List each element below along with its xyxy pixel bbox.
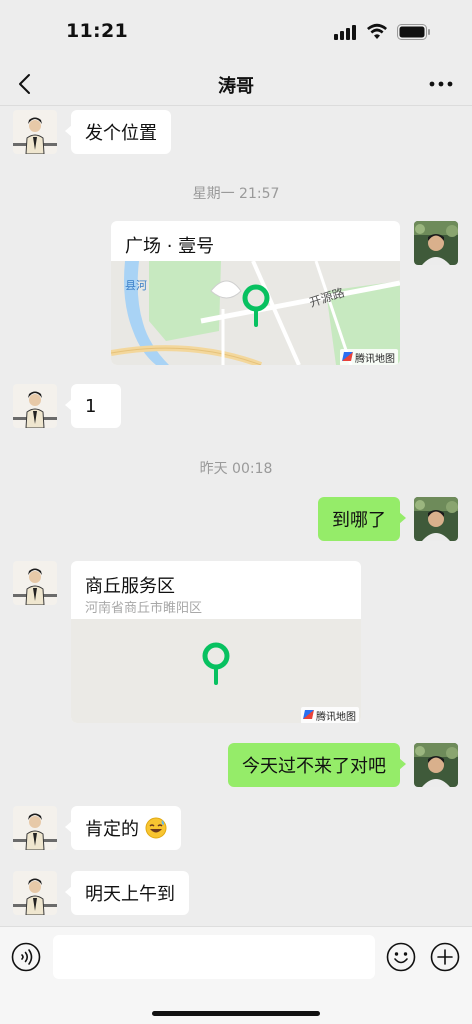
friend-avatar[interactable] bbox=[13, 806, 57, 850]
grinning-sweat-emoji-icon bbox=[145, 817, 167, 839]
self-avatar[interactable] bbox=[414, 743, 458, 787]
location-title: 广场 · 壹号 bbox=[125, 236, 215, 257]
message-bubble[interactable]: 肯定的 bbox=[65, 806, 181, 850]
message-bubble[interactable]: 发个位置 bbox=[65, 110, 171, 154]
message-bubble[interactable]: 明天上午到 bbox=[65, 871, 189, 915]
location-card[interactable]: 广场 · 壹号 开源路 县河 腾讯地图 bbox=[111, 221, 400, 365]
wifi-icon bbox=[367, 23, 387, 39]
home-indicator[interactable] bbox=[152, 1011, 320, 1016]
voice-icon[interactable] bbox=[11, 942, 41, 972]
message-text: 明天上午到 bbox=[85, 884, 175, 905]
cellular-signal-icon bbox=[334, 24, 358, 40]
map-credit: 腾讯地图 bbox=[301, 707, 359, 723]
timestamp: 昨天 00:18 bbox=[199, 461, 273, 477]
location-card[interactable]: 商丘服务区 河南省商丘市睢阳区 腾讯地图 bbox=[71, 561, 361, 723]
message-bubble[interactable]: 1 bbox=[65, 384, 121, 428]
friend-avatar[interactable] bbox=[13, 384, 57, 428]
self-avatar[interactable] bbox=[414, 497, 458, 541]
message-bubble[interactable]: 今天过不来了对吧 bbox=[228, 743, 406, 787]
map-credit: 腾讯地图 bbox=[340, 349, 398, 365]
input-bar bbox=[0, 926, 472, 1024]
message-text: 肯定的 bbox=[85, 819, 139, 840]
location-title: 商丘服务区 bbox=[85, 576, 175, 597]
emoji-face-icon[interactable] bbox=[386, 942, 416, 972]
message-text: 1 bbox=[85, 395, 97, 417]
location-address: 河南省商丘市睢阳区 bbox=[85, 601, 203, 616]
friend-avatar[interactable] bbox=[13, 561, 57, 605]
status-time: 11:21 bbox=[66, 20, 128, 42]
status-bar: 11:21 bbox=[0, 0, 472, 62]
message-bubble[interactable]: 到哪了 bbox=[318, 497, 406, 541]
message-input[interactable] bbox=[53, 935, 375, 979]
timestamp: 星期一 21:57 bbox=[192, 186, 280, 202]
battery-icon bbox=[397, 24, 430, 40]
self-avatar[interactable] bbox=[414, 221, 458, 265]
map-river-label: 县河 bbox=[125, 279, 147, 292]
chat-header: 涛哥 bbox=[0, 62, 472, 106]
more-dots-icon[interactable] bbox=[426, 74, 456, 94]
chat-title: 涛哥 bbox=[218, 76, 254, 97]
friend-avatar[interactable] bbox=[13, 110, 57, 154]
plus-icon[interactable] bbox=[430, 942, 460, 972]
message-text: 发个位置 bbox=[85, 123, 157, 144]
message-text: 到哪了 bbox=[332, 510, 386, 531]
friend-avatar[interactable] bbox=[13, 871, 57, 915]
message-text: 今天过不来了对吧 bbox=[242, 756, 386, 777]
